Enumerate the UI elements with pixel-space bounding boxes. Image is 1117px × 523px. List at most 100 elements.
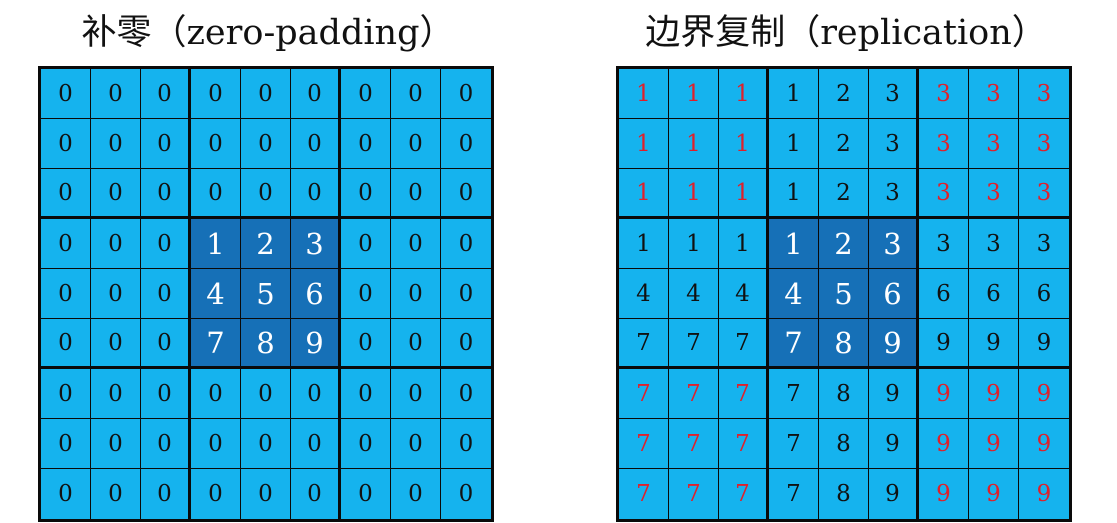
replication-cell-r8-c7: 9 (969, 469, 1019, 519)
zero-padding-cell-r7-c1: 0 (91, 419, 141, 469)
zero-padding-cell-r2-c7: 0 (391, 169, 441, 219)
replication-cell-r7-c3: 7 (769, 419, 819, 469)
replication-cell-r4-c4: 5 (819, 269, 869, 319)
replication-cell-r3-c2: 1 (719, 219, 769, 269)
replication-cell-r5-c1: 7 (669, 319, 719, 369)
zero-padding-cell-r5-c0: 0 (41, 319, 91, 369)
replication-cell-r3-c7: 3 (969, 219, 1019, 269)
replication-cell-r2-c3: 1 (769, 169, 819, 219)
zero-padding-cell-r5-c3: 7 (191, 319, 241, 369)
zero-padding-cell-r3-c7: 0 (391, 219, 441, 269)
replication-cell-r8-c0: 7 (619, 469, 669, 519)
replication-cell-r0-c1: 1 (669, 69, 719, 119)
zero-padding-cell-r5-c5: 9 (291, 319, 341, 369)
zero-padding-cell-r2-c8: 0 (441, 169, 491, 219)
replication-cell-r5-c4: 8 (819, 319, 869, 369)
zero-padding-panel: 补零（zero-padding） 00000000000000000000000… (38, 0, 498, 523)
replication-cell-r4-c2: 4 (719, 269, 769, 319)
replication-cell-r1-c0: 1 (619, 119, 669, 169)
zero-padding-cell-r4-c1: 0 (91, 269, 141, 319)
replication-cell-r1-c4: 2 (819, 119, 869, 169)
zero-padding-cell-r1-c5: 0 (291, 119, 341, 169)
zero-padding-cell-r1-c0: 0 (41, 119, 91, 169)
zero-padding-cell-r5-c7: 0 (391, 319, 441, 369)
replication-cell-r2-c0: 1 (619, 169, 669, 219)
replication-cell-r3-c6: 3 (919, 219, 969, 269)
zero-padding-cell-r6-c7: 0 (391, 369, 441, 419)
replication-cell-r5-c7: 9 (969, 319, 1019, 369)
replication-cell-r7-c6: 9 (919, 419, 969, 469)
zero-padding-cell-r4-c7: 0 (391, 269, 441, 319)
replication-cell-r2-c5: 3 (869, 169, 919, 219)
replication-cell-r3-c3: 1 (769, 219, 819, 269)
replication-cell-r2-c4: 2 (819, 169, 869, 219)
zero-padding-cell-r1-c6: 0 (341, 119, 391, 169)
replication-cell-r7-c1: 7 (669, 419, 719, 469)
zero-padding-cell-r7-c6: 0 (341, 419, 391, 469)
replication-cell-r0-c5: 3 (869, 69, 919, 119)
zero-padding-cell-r7-c2: 0 (141, 419, 191, 469)
replication-title: 边界复制（replication） (645, 13, 1047, 53)
zero-padding-cell-r4-c0: 0 (41, 269, 91, 319)
zero-padding-cell-r1-c1: 0 (91, 119, 141, 169)
replication-cell-r8-c1: 7 (669, 469, 719, 519)
zero-padding-cell-r7-c7: 0 (391, 419, 441, 469)
zero-padding-cell-r5-c6: 0 (341, 319, 391, 369)
zero-padding-grid: 0000000000000000000000000000001230000004… (38, 66, 494, 522)
zero-padding-cell-r2-c4: 0 (241, 169, 291, 219)
zero-padding-cell-r6-c3: 0 (191, 369, 241, 419)
replication-cell-r3-c8: 3 (1019, 219, 1069, 269)
zero-padding-cell-r7-c0: 0 (41, 419, 91, 469)
replication-cell-r2-c7: 3 (969, 169, 1019, 219)
replication-cell-r2-c6: 3 (919, 169, 969, 219)
zero-padding-cell-r3-c3: 1 (191, 219, 241, 269)
zero-padding-cell-r8-c0: 0 (41, 469, 91, 519)
zero-padding-cell-r0-c1: 0 (91, 69, 141, 119)
zero-padding-cell-r3-c4: 2 (241, 219, 291, 269)
replication-cell-r5-c3: 7 (769, 319, 819, 369)
replication-cell-r1-c7: 3 (969, 119, 1019, 169)
zero-padding-cell-r3-c6: 0 (341, 219, 391, 269)
zero-padding-cell-r3-c2: 0 (141, 219, 191, 269)
replication-cell-r1-c3: 1 (769, 119, 819, 169)
replication-cell-r6-c4: 8 (819, 369, 869, 419)
replication-cell-r1-c8: 3 (1019, 119, 1069, 169)
replication-cell-r3-c4: 2 (819, 219, 869, 269)
zero-padding-cell-r6-c1: 0 (91, 369, 141, 419)
zero-padding-cell-r8-c1: 0 (91, 469, 141, 519)
zero-padding-cell-r8-c7: 0 (391, 469, 441, 519)
zero-padding-cell-r8-c5: 0 (291, 469, 341, 519)
zero-padding-cell-r5-c4: 8 (241, 319, 291, 369)
replication-cell-r4-c1: 4 (669, 269, 719, 319)
replication-cell-r7-c0: 7 (619, 419, 669, 469)
replication-cell-r8-c4: 8 (819, 469, 869, 519)
zero-padding-cell-r2-c0: 0 (41, 169, 91, 219)
replication-cell-r4-c3: 4 (769, 269, 819, 319)
replication-cell-r0-c3: 1 (769, 69, 819, 119)
replication-cell-r4-c6: 6 (919, 269, 969, 319)
replication-cell-r4-c7: 6 (969, 269, 1019, 319)
replication-cell-r0-c8: 3 (1019, 69, 1069, 119)
replication-cell-r4-c5: 6 (869, 269, 919, 319)
zero-padding-cell-r7-c4: 0 (241, 419, 291, 469)
replication-cell-r7-c2: 7 (719, 419, 769, 469)
zero-padding-cell-r7-c8: 0 (441, 419, 491, 469)
zero-padding-cell-r0-c8: 0 (441, 69, 491, 119)
replication-cell-r6-c1: 7 (669, 369, 719, 419)
replication-cell-r5-c0: 7 (619, 319, 669, 369)
zero-padding-cell-r1-c2: 0 (141, 119, 191, 169)
replication-cell-r6-c5: 9 (869, 369, 919, 419)
zero-padding-cell-r2-c5: 0 (291, 169, 341, 219)
replication-cell-r8-c2: 7 (719, 469, 769, 519)
replication-panel: 边界复制（replication） 1111233331111233331111… (616, 0, 1076, 523)
replication-cell-r5-c8: 9 (1019, 319, 1069, 369)
zero-padding-cell-r3-c1: 0 (91, 219, 141, 269)
zero-padding-cell-r1-c3: 0 (191, 119, 241, 169)
zero-padding-title: 补零（zero-padding） (81, 13, 455, 53)
zero-padding-cell-r8-c4: 0 (241, 469, 291, 519)
replication-cell-r7-c4: 8 (819, 419, 869, 469)
replication-cell-r8-c8: 9 (1036, 481, 1052, 507)
zero-padding-cell-r1-c7: 0 (391, 119, 441, 169)
zero-padding-cell-r3-c0: 0 (41, 219, 91, 269)
replication-cell-r4-c8: 6 (1019, 269, 1069, 319)
